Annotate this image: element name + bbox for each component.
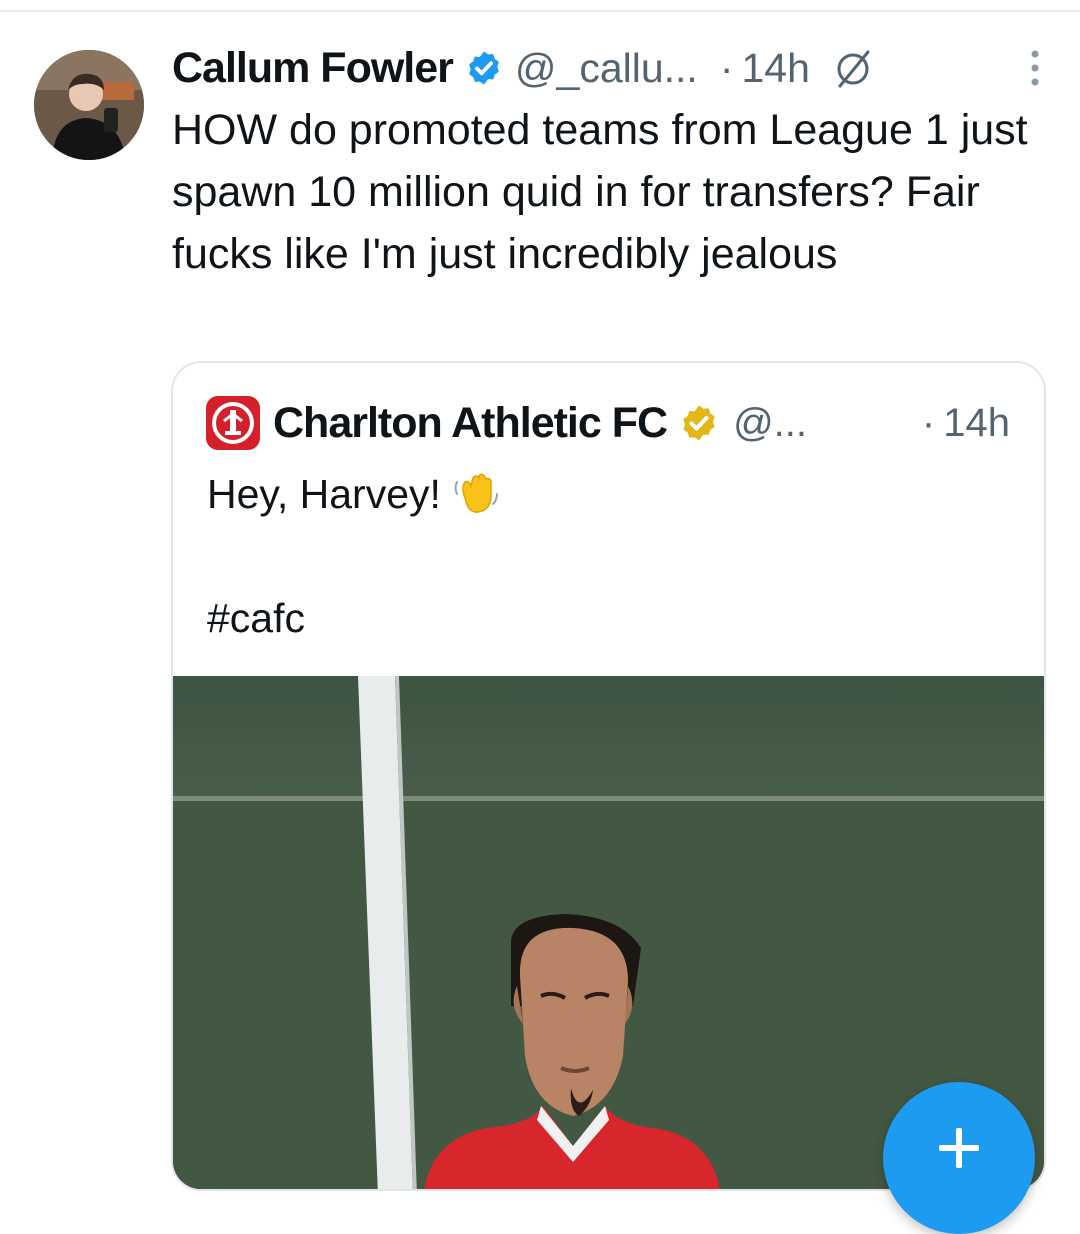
tweet-header: Callum Fowler @_callu... · 14h — [172, 40, 1050, 96]
quoted-tweet-card[interactable]: Charlton Athletic FC @... · 14h Hey, Har… — [171, 361, 1046, 1191]
hashtag-link[interactable]: #cafc — [207, 587, 1007, 649]
quoted-text-line: Hey, Harvey! — [207, 463, 1007, 525]
quoted-tweet-header: Charlton Athletic FC @... · 14h — [205, 393, 1010, 453]
compose-button[interactable] — [883, 1082, 1035, 1234]
quoted-tweet-text: Hey, Harvey! #cafc — [207, 463, 1007, 649]
quoted-separator-dot: · — [921, 400, 936, 445]
more-options-icon[interactable] — [1028, 48, 1042, 88]
author-name[interactable]: Callum Fowler — [172, 44, 454, 93]
top-divider — [0, 10, 1080, 12]
plus-icon-stroke — [956, 1128, 962, 1168]
separator-dot: · — [719, 44, 734, 91]
waving-hand-icon — [454, 473, 498, 513]
charlton-logo-icon[interactable] — [205, 395, 261, 451]
verified-badge-icon[interactable] — [465, 49, 503, 87]
author-handle[interactable]: @_callu... — [515, 45, 698, 92]
grok-icon[interactable] — [832, 46, 876, 90]
tweet-text: HOW do promoted teams from League 1 just… — [172, 106, 1028, 278]
quoted-tweet-time[interactable]: 14h — [943, 401, 1010, 446]
quoted-author-name[interactable]: Charlton Athletic FC — [273, 399, 668, 448]
quoted-author-handle[interactable]: @... — [733, 401, 807, 446]
avatar-photo — [34, 50, 144, 160]
gold-verified-badge-icon[interactable] — [679, 403, 719, 443]
tweet-time[interactable]: 14h — [741, 45, 809, 92]
author-avatar[interactable] — [34, 50, 144, 160]
quoted-greeting: Hey, Harvey! — [207, 471, 441, 517]
